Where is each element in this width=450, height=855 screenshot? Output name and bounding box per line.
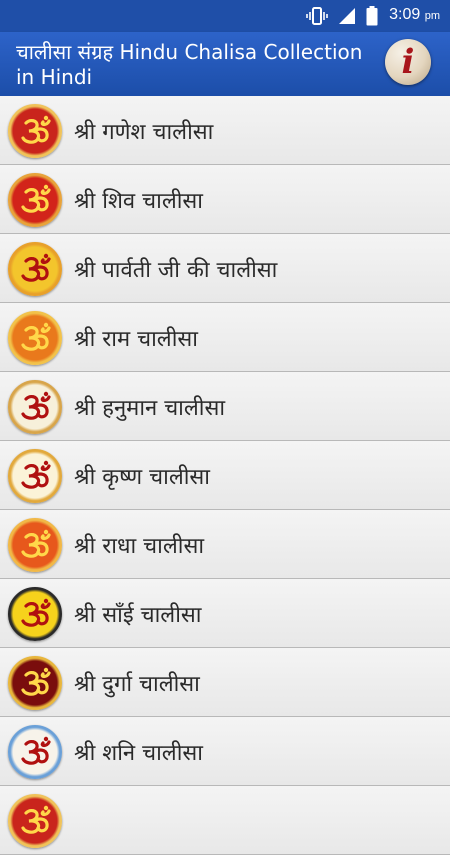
- info-button[interactable]: i: [385, 39, 431, 85]
- list-item-label: श्री राम चालीसा: [74, 327, 198, 352]
- list-item[interactable]: श्री पार्वती जी की चालीसा: [0, 234, 450, 303]
- status-icons: [306, 6, 378, 26]
- app-bar: चालीसा संग्रह Hindu Chalisa Collection i…: [0, 32, 450, 96]
- page-title: चालीसा संग्रह Hindu Chalisa Collection i…: [16, 40, 363, 89]
- list-item[interactable]: श्री राधा चालीसा: [0, 510, 450, 579]
- info-icon: i: [401, 42, 415, 82]
- om-icon: [8, 173, 62, 227]
- battery-icon: [366, 6, 378, 26]
- om-icon: [8, 518, 62, 572]
- signal-icon: [339, 8, 355, 24]
- chalisa-list: श्री गणेश चालीसा श्री शिव चालीसा श्री पार्…: [0, 96, 450, 855]
- list-item[interactable]: श्री साँई चालीसा: [0, 579, 450, 648]
- list-item-label: श्री पार्वती जी की चालीसा: [74, 258, 278, 283]
- list-item[interactable]: श्री गणेश चालीसा: [0, 96, 450, 165]
- list-item-label: श्री शनि चालीसा: [74, 741, 203, 766]
- list-item-label: श्री शिव चालीसा: [74, 189, 204, 214]
- list-item-label: श्री दुर्गा चालीसा: [74, 672, 200, 697]
- list-item-label: श्री कृष्ण चालीसा: [74, 465, 210, 490]
- list-item-label: श्री गणेश चालीसा: [74, 120, 214, 145]
- list-item[interactable]: श्री शनि चालीसा: [0, 717, 450, 786]
- list-item-label: श्री साँई चालीसा: [74, 603, 202, 628]
- list-item[interactable]: [0, 786, 450, 855]
- list-item-label: श्री राधा चालीसा: [74, 534, 205, 559]
- list-item[interactable]: श्री दुर्गा चालीसा: [0, 648, 450, 717]
- om-icon: [8, 587, 62, 641]
- om-icon: [8, 311, 62, 365]
- om-icon: [8, 104, 62, 158]
- om-icon: [8, 380, 62, 434]
- list-item[interactable]: श्री राम चालीसा: [0, 303, 450, 372]
- list-item-label: श्री हनुमान चालीसा: [74, 396, 226, 421]
- status-time: 3:09 pm: [389, 6, 440, 23]
- om-icon: [8, 725, 62, 779]
- om-icon: [8, 656, 62, 710]
- vibrate-icon: [306, 7, 328, 25]
- list-item[interactable]: श्री कृष्ण चालीसा: [0, 441, 450, 510]
- status-bar: 3:09 pm: [0, 0, 450, 32]
- list-item[interactable]: श्री शिव चालीसा: [0, 165, 450, 234]
- om-icon: [8, 449, 62, 503]
- om-icon: [8, 794, 62, 848]
- list-item[interactable]: श्री हनुमान चालीसा: [0, 372, 450, 441]
- om-icon: [8, 242, 62, 296]
